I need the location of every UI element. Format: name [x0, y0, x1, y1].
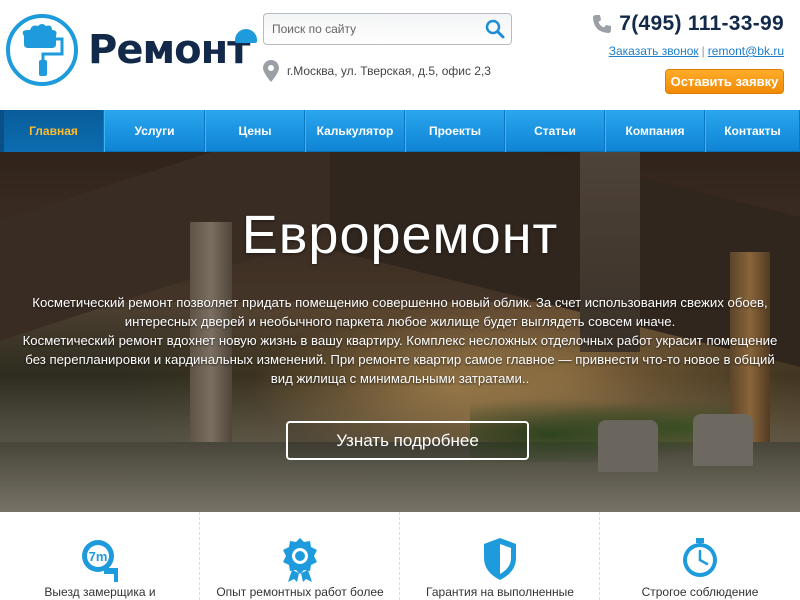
hero-text-line: Косметический ремонт позволяет придать п…	[32, 295, 768, 310]
phone-block: 7(495) 111-33-99	[591, 12, 784, 36]
link-separator: |	[701, 44, 705, 58]
award-badge-icon	[283, 538, 317, 582]
hero-description: Косметический ремонт позволяет придать п…	[0, 293, 800, 388]
clock-icon	[683, 538, 717, 577]
main-nav: Главная Услуги Цены Калькулятор Проекты …	[0, 110, 800, 152]
phone-icon	[593, 15, 612, 33]
nav-item-services[interactable]: Услуги	[104, 110, 205, 152]
hard-hat-icon	[235, 29, 258, 43]
nav-item-projects[interactable]: Проекты	[405, 110, 505, 152]
feature-item: 7m Выезд замерщика и	[0, 512, 200, 600]
phone-number[interactable]: 7(495) 111-33-99	[619, 12, 784, 36]
feature-text: Строгое соблюдение	[641, 585, 759, 599]
learn-more-button[interactable]: Узнать подробнее	[286, 421, 529, 460]
search-icon[interactable]	[485, 19, 505, 39]
callback-link[interactable]: Заказать звонок	[609, 44, 699, 58]
nav-item-prices[interactable]: Цены	[205, 110, 305, 152]
hero-text-line: интересных дверей и необычного паркета л…	[124, 314, 676, 329]
feature-text: Выезд замерщика и	[44, 585, 156, 599]
email-link[interactable]: remont@bk.ru	[708, 44, 784, 58]
feature-text: Гарантия на выполненные	[426, 585, 574, 599]
nav-item-calculator[interactable]: Калькулятор	[305, 110, 405, 152]
site-logo[interactable]: Ремонт	[6, 14, 258, 86]
hero-title: Евроремонт	[241, 205, 559, 265]
search-box	[263, 13, 512, 45]
feature-text: Опыт ремонтных работ более	[216, 585, 384, 599]
paint-roller-icon	[6, 14, 78, 86]
tape-measure-icon: 7m	[82, 540, 118, 582]
header-links: Заказать звонок | remont@bk.ru	[609, 44, 784, 58]
site-header: Ремонт г.Москва, ул. Тверская, д.5, офис…	[0, 0, 800, 110]
hero-text-line: Косметический ремонт вдохнет новую жизнь…	[22, 333, 778, 348]
shield-icon	[484, 538, 516, 580]
nav-item-contacts[interactable]: Контакты	[705, 110, 800, 152]
submit-request-button[interactable]: Оставить заявку	[665, 69, 784, 94]
tape-measure-label: 7m	[89, 549, 108, 564]
feature-item: Опыт ремонтных работ более	[200, 512, 400, 600]
feature-item: Гарантия на выполненные	[400, 512, 600, 600]
search-input[interactable]	[264, 14, 474, 44]
hero-text-line: без перепланировки и кардинальных измене…	[25, 352, 775, 367]
nav-item-home[interactable]: Главная	[0, 110, 104, 152]
features-strip: 7m Выезд замерщика и Опыт ремонтных рабо…	[0, 512, 800, 600]
nav-item-articles[interactable]: Статьи	[505, 110, 605, 152]
map-pin-icon	[263, 60, 279, 82]
hero-text-line: вид жилища с минимальными затратами..	[270, 371, 530, 386]
feature-item: Строгое соблюдение	[600, 512, 800, 600]
logo-text: Ремонт	[88, 27, 258, 73]
nav-item-company[interactable]: Компания	[605, 110, 705, 152]
logo-wordmark: Ремонт	[88, 27, 250, 73]
address-text: г.Москва, ул. Тверская, д.5, офис 2,3	[287, 64, 491, 78]
address-block: г.Москва, ул. Тверская, д.5, офис 2,3	[263, 60, 491, 82]
hero-banner: Евроремонт Косметический ремонт позволяе…	[0, 152, 800, 512]
